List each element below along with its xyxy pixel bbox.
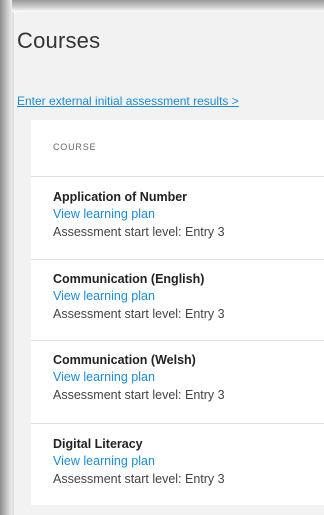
table-row: Digital Literacy View learning plan Asse… [53, 436, 225, 488]
table-row: Application of Number View learning plan… [53, 189, 225, 241]
page-title: Courses [17, 28, 101, 53]
view-learning-plan-link[interactable]: View learning plan [53, 369, 225, 386]
view-learning-plan-link[interactable]: View learning plan [53, 453, 225, 470]
row-divider [31, 259, 324, 260]
assessment-start-level: Assessment start level: Entry 3 [53, 388, 225, 402]
assessment-start-level: Assessment start level: Entry 3 [53, 307, 225, 321]
assessment-start-level: Assessment start level: Entry 3 [53, 225, 225, 239]
view-learning-plan-link[interactable]: View learning plan [53, 288, 225, 305]
course-name: Communication (English) [53, 272, 205, 286]
row-divider [31, 423, 324, 424]
window-left-edge [0, 0, 12, 515]
table-row: Communication (English) View learning pl… [53, 271, 225, 323]
table-row: Communication (Welsh) View learning plan… [53, 352, 225, 404]
window-top-edge [0, 0, 324, 12]
course-name: Application of Number [53, 190, 188, 204]
external-assessment-link[interactable]: Enter external initial assessment result… [17, 94, 239, 108]
header-divider [31, 176, 324, 177]
column-header-course: COURSE [53, 142, 97, 152]
courses-table: COURSE Application of Number View learni… [31, 120, 324, 505]
assessment-start-level: Assessment start level: Entry 3 [53, 472, 225, 486]
row-divider [31, 340, 324, 341]
view-learning-plan-link[interactable]: View learning plan [53, 206, 225, 223]
course-name: Communication (Welsh) [53, 353, 196, 367]
window: Courses Enter external initial assessmen… [0, 0, 324, 515]
course-name: Digital Literacy [53, 437, 143, 451]
